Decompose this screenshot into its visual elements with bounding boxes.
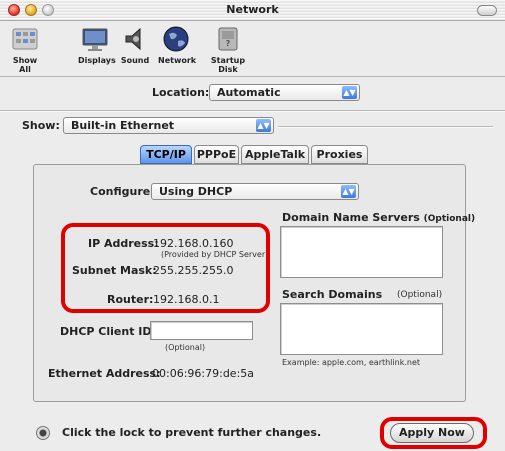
disk-icon: ? — [213, 24, 243, 54]
divider — [0, 110, 505, 112]
show-all-icon — [10, 24, 40, 54]
location-label: Location: — [152, 86, 210, 99]
ethernet-address-label: Ethernet Address: — [48, 367, 161, 380]
configure-value: Using DHCP — [159, 185, 233, 198]
dhcp-client-id-value — [151, 327, 154, 340]
toolbar-item-label: Startup Disk — [210, 56, 246, 74]
preferences-toolbar: Show All Displays Sound Network ? Startu… — [0, 21, 505, 77]
dhcp-client-id-label: DHCP Client ID: — [60, 325, 156, 338]
tab-appletalk[interactable]: AppleTalk — [241, 145, 309, 164]
location-popup[interactable]: Automatic ▲▼ — [209, 84, 360, 101]
popup-arrows-icon: ▲▼ — [342, 86, 357, 99]
toolbar-network[interactable]: Network — [158, 24, 197, 65]
window-title: Network — [226, 3, 279, 16]
dhcp-client-id-field[interactable] — [150, 321, 253, 340]
dns-servers-field[interactable] — [280, 226, 443, 278]
globe-icon — [161, 24, 191, 54]
tab-pppoe[interactable]: PPPoE — [194, 145, 239, 164]
toolbar-toggle-button[interactable] — [477, 5, 497, 16]
toolbar-item-label: Sound — [120, 56, 150, 65]
dns-title: Domain Name Servers — [282, 211, 420, 224]
title-bar: Network — [0, 0, 505, 21]
toolbar-show-all[interactable]: Show All — [8, 24, 42, 74]
divider — [278, 126, 493, 128]
lock-icon[interactable] — [36, 426, 50, 440]
highlight-ip-settings — [61, 223, 270, 313]
tab-proxies[interactable]: Proxies — [311, 145, 368, 164]
dns-label: Domain Name Servers (Optional) — [282, 211, 475, 224]
search-domains-field[interactable] — [280, 303, 443, 355]
toolbar-sound[interactable]: Sound — [120, 24, 150, 65]
dns-optional: (Optional) — [423, 214, 476, 224]
show-label: Show: — [22, 119, 60, 132]
toolbar-item-label: Displays — [78, 56, 116, 65]
popup-arrows-icon: ▲▼ — [256, 119, 271, 132]
dhcp-client-id-optional: (Optional) — [165, 343, 206, 352]
toolbar-displays[interactable]: Displays — [78, 24, 116, 65]
apply-now-button[interactable]: Apply Now — [390, 423, 474, 443]
toolbar-startup-disk[interactable]: ? Startup Disk — [200, 24, 256, 74]
popup-arrows-icon: ▲▼ — [341, 185, 356, 198]
toolbar-item-label: Show All — [12, 56, 38, 74]
network-preferences-window: Network Show All Displays Sound Network … — [0, 0, 505, 451]
tab-tcpip[interactable]: TCP/IP — [140, 145, 192, 164]
speaker-icon — [120, 24, 150, 54]
show-popup[interactable]: Built-in Ethernet ▲▼ — [63, 117, 274, 134]
display-icon — [80, 24, 110, 54]
location-value: Automatic — [217, 86, 281, 99]
search-domains-optional: (Optional) — [397, 290, 443, 300]
show-value: Built-in Ethernet — [71, 119, 175, 132]
configure-popup[interactable]: Using DHCP ▲▼ — [151, 183, 359, 200]
configure-label: Configure: — [90, 185, 155, 198]
search-domains-example: Example: apple.com, earthlink.net — [282, 358, 421, 367]
svg-text:?: ? — [226, 39, 231, 48]
lock-text: Click the lock to prevent further change… — [62, 426, 322, 439]
search-domains-label: Search Domains — [282, 288, 383, 301]
toolbar-item-label: Network — [158, 56, 197, 65]
ethernet-address-value: 00:06:96:79:de:5a — [152, 367, 255, 380]
